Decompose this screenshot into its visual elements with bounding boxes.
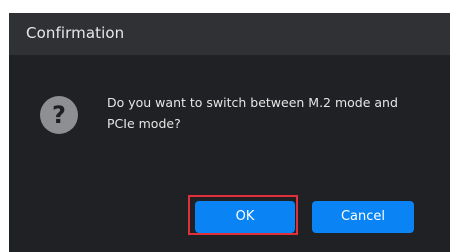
cancel-button[interactable]: Cancel — [312, 201, 414, 233]
dialog-titlebar: Confirmation — [9, 13, 450, 55]
dialog-title: Confirmation — [26, 24, 125, 42]
ok-button[interactable]: OK — [195, 201, 295, 233]
dialog-message: Do you want to switch between M.2 mode a… — [107, 95, 398, 131]
question-icon: ? — [40, 96, 78, 134]
